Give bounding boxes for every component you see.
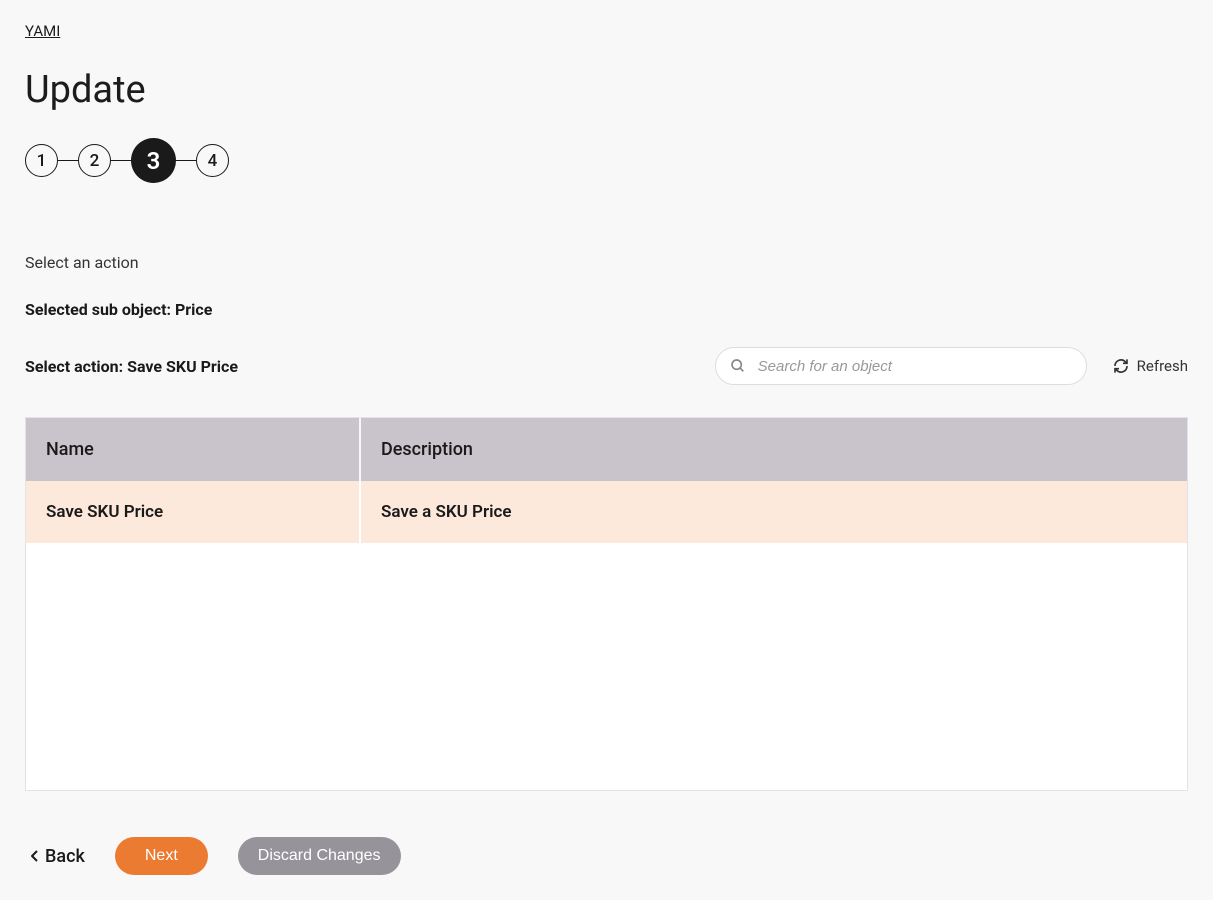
- search-box[interactable]: [715, 347, 1087, 385]
- step-4[interactable]: 4: [196, 144, 229, 177]
- column-header-name[interactable]: Name: [26, 418, 361, 481]
- column-header-description[interactable]: Description: [361, 418, 1187, 481]
- cell-name: Save SKU Price: [26, 481, 361, 543]
- step-connector: [176, 160, 196, 162]
- refresh-button[interactable]: Refresh: [1113, 357, 1188, 375]
- action-table: Name Description Save SKU Price Save a S…: [25, 417, 1188, 791]
- chevron-left-icon: [31, 850, 39, 862]
- search-icon: [730, 358, 746, 374]
- table-header: Name Description: [26, 418, 1187, 481]
- step-2[interactable]: 2: [78, 144, 111, 177]
- step-connector: [111, 160, 131, 162]
- table-empty-area: [26, 543, 1187, 790]
- footer: Back Next Discard Changes: [25, 837, 1188, 875]
- step-3[interactable]: 3: [131, 138, 176, 183]
- cell-description: Save a SKU Price: [361, 481, 1187, 543]
- search-input[interactable]: [758, 358, 1072, 375]
- next-button[interactable]: Next: [115, 837, 208, 875]
- page-title: Update: [25, 68, 1188, 112]
- discard-button[interactable]: Discard Changes: [238, 837, 401, 875]
- select-action-label: Select an action: [25, 253, 1188, 272]
- breadcrumb[interactable]: YAMI: [25, 22, 60, 40]
- back-button[interactable]: Back: [25, 846, 85, 867]
- refresh-icon: [1113, 358, 1129, 374]
- refresh-label: Refresh: [1137, 357, 1188, 375]
- selected-sub-object-label: Selected sub object: Price: [25, 300, 1188, 319]
- selected-action-label: Select action: Save SKU Price: [25, 357, 238, 376]
- back-label: Back: [45, 846, 85, 867]
- step-connector: [58, 160, 78, 162]
- stepper: 1 2 3 4: [25, 138, 1188, 183]
- table-row[interactable]: Save SKU Price Save a SKU Price: [26, 481, 1187, 543]
- step-1[interactable]: 1: [25, 144, 58, 177]
